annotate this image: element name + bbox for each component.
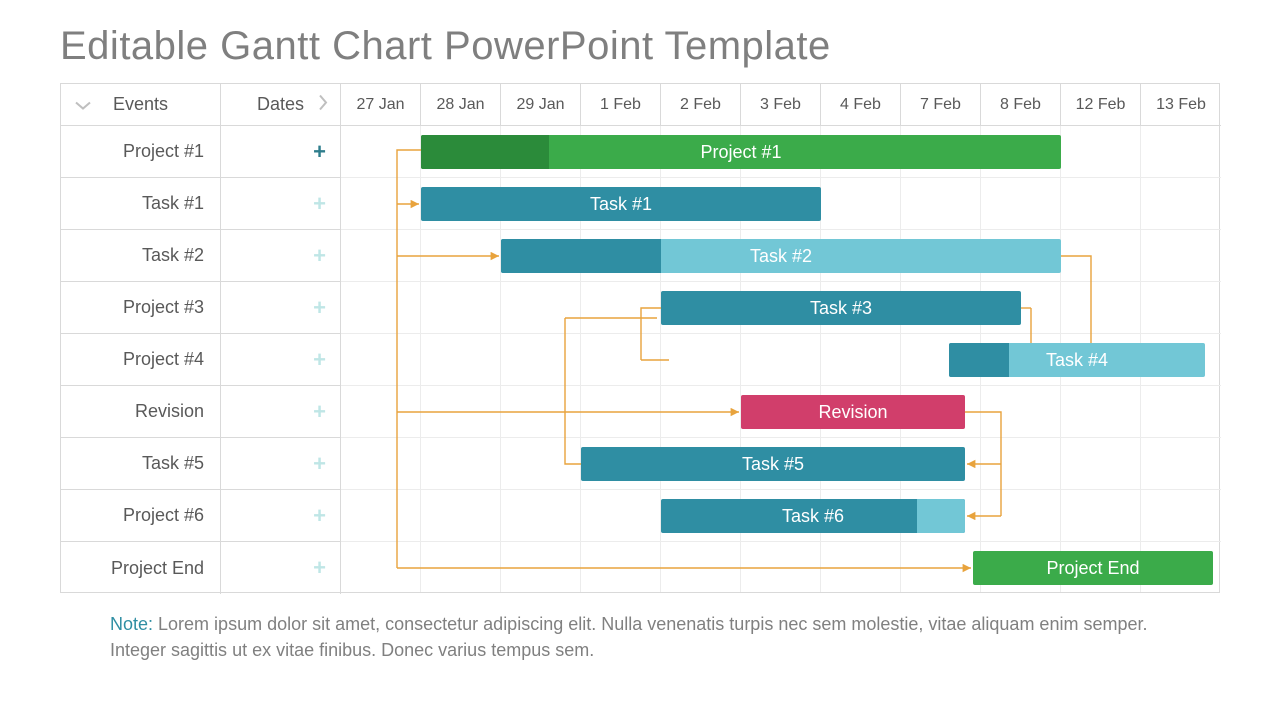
note-text: Lorem ipsum dolor sit amet, consectetur … bbox=[110, 614, 1147, 660]
gantt-bar[interactable]: Task #5 bbox=[581, 447, 965, 481]
page-title: Editable Gantt Chart PowerPoint Template bbox=[60, 24, 1220, 69]
gantt-bar-label: Revision bbox=[818, 402, 887, 423]
task-row-label: Project #4 bbox=[61, 334, 221, 385]
gantt-bar-label: Task #6 bbox=[782, 506, 844, 527]
chevron-down-icon[interactable] bbox=[75, 94, 91, 115]
footer-note: Note: Lorem ipsum dolor sit amet, consec… bbox=[60, 611, 1220, 663]
task-row[interactable]: Task #1 + bbox=[61, 178, 341, 230]
column-header-dates[interactable]: Dates bbox=[221, 84, 341, 125]
gantt-bar-label: Project End bbox=[1046, 558, 1139, 579]
gantt-bar[interactable]: Task #4 bbox=[949, 343, 1205, 377]
column-header-dates-label: Dates bbox=[257, 94, 304, 115]
task-row-label: Task #1 bbox=[61, 178, 221, 229]
expand-plus-icon[interactable]: + bbox=[313, 505, 326, 527]
task-row-label: Project #1 bbox=[61, 126, 221, 177]
expand-plus-icon[interactable]: + bbox=[313, 245, 326, 267]
chevron-right-icon[interactable] bbox=[318, 94, 328, 115]
gantt-bar[interactable]: Task #3 bbox=[661, 291, 1021, 325]
column-header-events-label: Events bbox=[113, 94, 168, 115]
timeline-header-cell: 29 Jan bbox=[501, 84, 581, 125]
gantt-bar[interactable]: Task #1 bbox=[421, 187, 821, 221]
timeline-header-cell: 8 Feb bbox=[981, 84, 1061, 125]
gantt-bar[interactable]: Project #1 bbox=[421, 135, 1061, 169]
timeline-header-cell: 28 Jan bbox=[421, 84, 501, 125]
task-row-label: Project #3 bbox=[61, 282, 221, 333]
column-header-events[interactable]: Events bbox=[61, 84, 221, 125]
timeline-header-cell: 27 Jan bbox=[341, 84, 421, 125]
gantt-chart: Events Dates Project #1 + Task #1 + Task #2 +… bbox=[60, 83, 1220, 593]
timeline-header-cell: 7 Feb bbox=[901, 84, 981, 125]
expand-plus-icon[interactable]: + bbox=[313, 349, 326, 371]
expand-plus-icon[interactable]: + bbox=[313, 193, 326, 215]
task-row-label: Revision bbox=[61, 386, 221, 437]
task-row-label: Task #2 bbox=[61, 230, 221, 281]
expand-plus-icon[interactable]: + bbox=[313, 557, 326, 579]
note-label: Note: bbox=[110, 614, 153, 634]
task-row[interactable]: Task #5 + bbox=[61, 438, 341, 490]
task-row[interactable]: Revision + bbox=[61, 386, 341, 438]
task-row[interactable]: Project End + bbox=[61, 542, 341, 594]
gantt-bar-label: Task #1 bbox=[590, 194, 652, 215]
task-row-label: Task #5 bbox=[61, 438, 221, 489]
gantt-bar[interactable]: Task #2 bbox=[501, 239, 1061, 273]
timeline-header-cell: 12 Feb bbox=[1061, 84, 1141, 125]
expand-plus-icon[interactable]: + bbox=[313, 453, 326, 475]
task-row[interactable]: Task #2 + bbox=[61, 230, 341, 282]
gantt-bar[interactable]: Revision bbox=[741, 395, 965, 429]
gantt-bar-label: Project #1 bbox=[700, 142, 781, 163]
task-row[interactable]: Project #4 + bbox=[61, 334, 341, 386]
task-row[interactable]: Project #3 + bbox=[61, 282, 341, 334]
task-row[interactable]: Project #6 + bbox=[61, 490, 341, 542]
gantt-bar-label: Task #2 bbox=[750, 246, 812, 267]
gantt-bar[interactable]: Project End bbox=[973, 551, 1213, 585]
gantt-bar-label: Task #4 bbox=[1046, 350, 1108, 371]
gantt-bar[interactable]: Task #6 bbox=[661, 499, 965, 533]
task-row[interactable]: Project #1 + bbox=[61, 126, 341, 178]
expand-plus-icon[interactable]: + bbox=[313, 401, 326, 423]
timeline-header-cell: 2 Feb bbox=[661, 84, 741, 125]
gantt-bar-label: Task #3 bbox=[810, 298, 872, 319]
gantt-bar-label: Task #5 bbox=[742, 454, 804, 475]
expand-plus-icon[interactable]: + bbox=[313, 297, 326, 319]
task-row-label: Project End bbox=[61, 542, 221, 594]
timeline-header-cell: 1 Feb bbox=[581, 84, 661, 125]
timeline-header-cell: 13 Feb bbox=[1141, 84, 1221, 125]
timeline-header-cell: 4 Feb bbox=[821, 84, 901, 125]
task-row-label: Project #6 bbox=[61, 490, 221, 541]
expand-plus-icon[interactable]: + bbox=[313, 141, 326, 163]
timeline-header-cell: 3 Feb bbox=[741, 84, 821, 125]
